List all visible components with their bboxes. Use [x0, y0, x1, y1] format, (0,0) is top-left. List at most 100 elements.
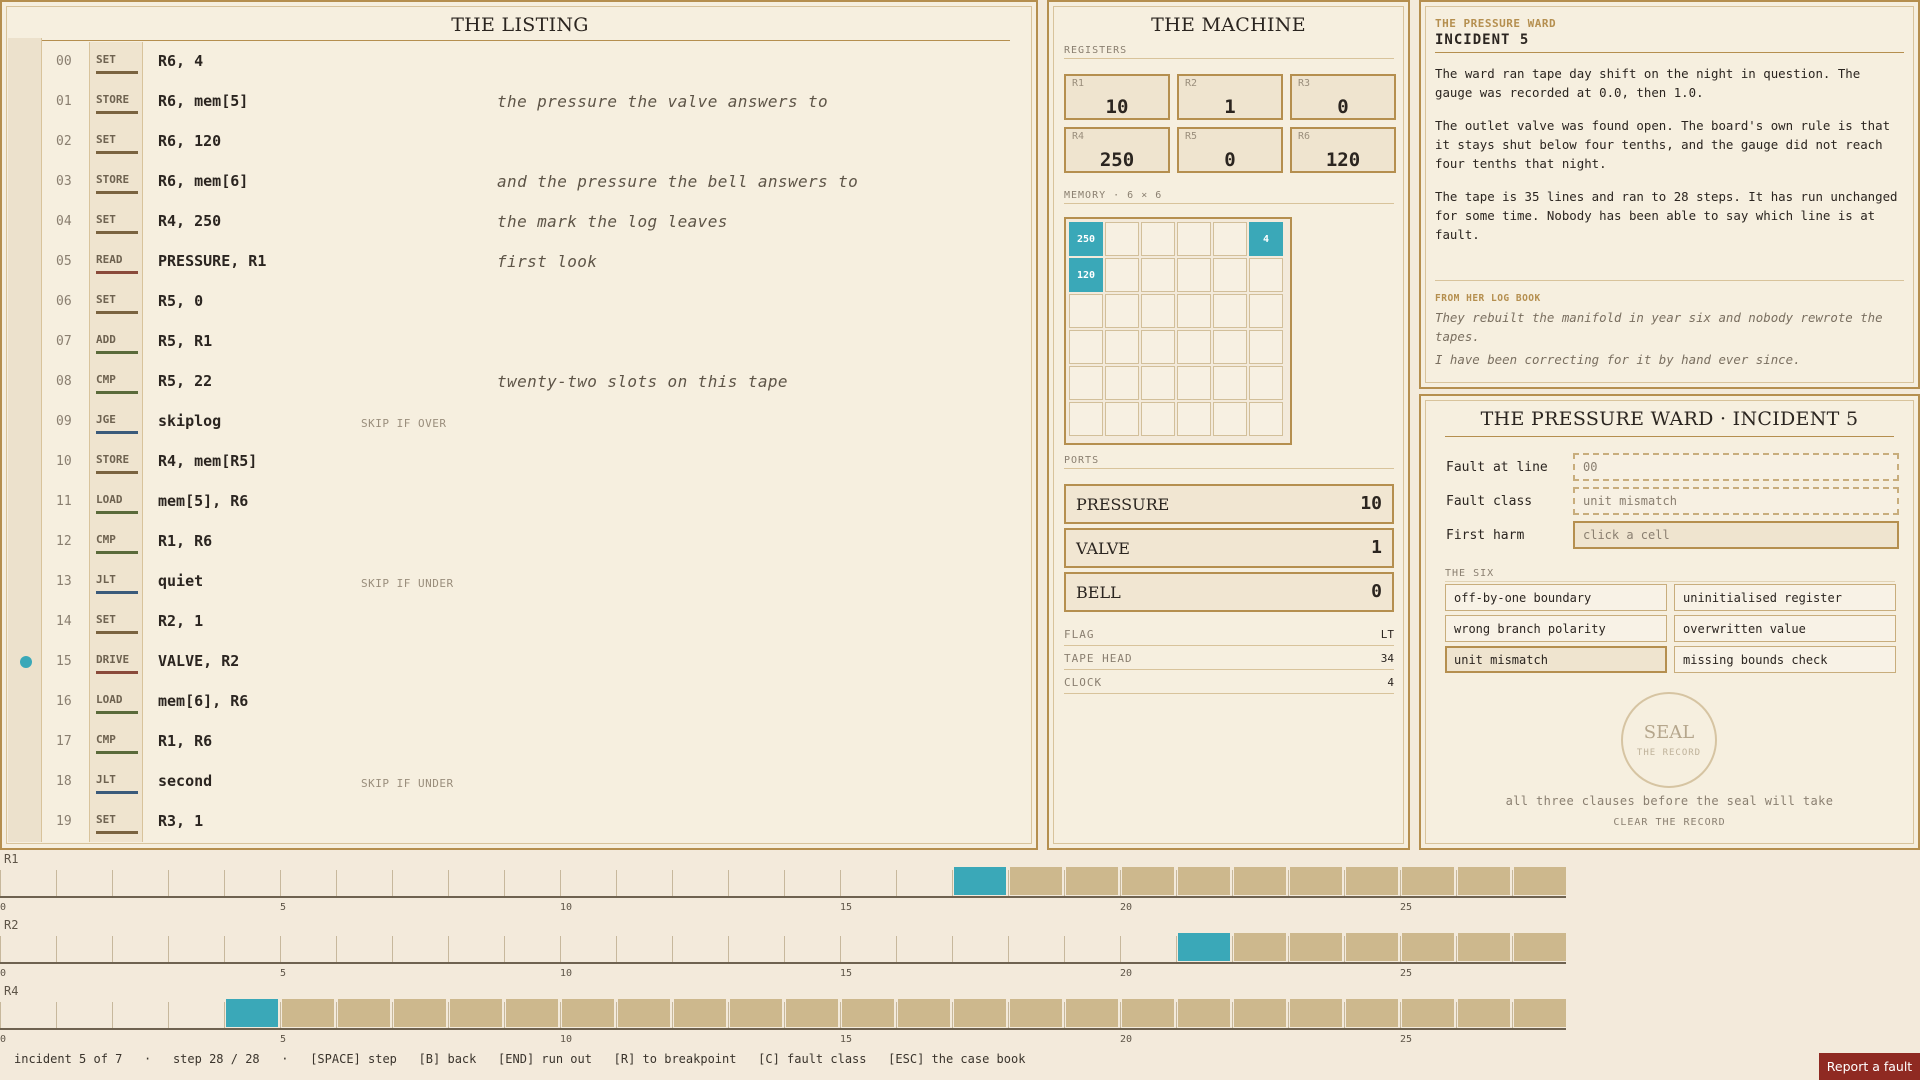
trace-step[interactable]: [1458, 867, 1510, 895]
trace-step[interactable]: [1458, 933, 1510, 961]
fault-class-option[interactable]: wrong branch polarity: [1445, 615, 1667, 642]
trace-step[interactable]: [562, 999, 614, 1027]
trace-step[interactable]: [1290, 867, 1342, 895]
memory-cell[interactable]: 4: [1249, 222, 1283, 256]
listing-row[interactable]: 16 LOAD mem[6], R6: [42, 682, 1028, 722]
memory-cell[interactable]: [1213, 402, 1247, 436]
trace-step[interactable]: [1234, 999, 1286, 1027]
memory-cell[interactable]: [1213, 330, 1247, 364]
seal-button[interactable]: SEAL THE RECORD: [1621, 692, 1717, 788]
trace-step[interactable]: [1178, 867, 1230, 895]
clear-record-button[interactable]: CLEAR THE RECORD: [1421, 817, 1918, 828]
memory-cell[interactable]: [1141, 366, 1175, 400]
trace-step[interactable]: [1178, 933, 1230, 961]
listing-row[interactable]: 13 JLT quiet SKIP IF UNDER: [42, 562, 1028, 602]
trace-step[interactable]: [1402, 999, 1454, 1027]
memory-cell[interactable]: [1249, 366, 1283, 400]
trace-step[interactable]: [954, 867, 1006, 895]
trace-step[interactable]: [1346, 933, 1398, 961]
memory-cell[interactable]: [1177, 366, 1211, 400]
fault-class-option[interactable]: unit mismatch: [1445, 646, 1667, 673]
trace-step[interactable]: [674, 999, 726, 1027]
trace-step[interactable]: [1122, 867, 1174, 895]
memory-cell[interactable]: [1141, 222, 1175, 256]
fault-class-option[interactable]: uninitialised register: [1674, 584, 1896, 611]
memory-cell[interactable]: [1177, 258, 1211, 292]
breakpoint-marker[interactable]: [20, 656, 32, 668]
trace-step[interactable]: [842, 999, 894, 1027]
fault-class-option[interactable]: off-by-one boundary: [1445, 584, 1667, 611]
memory-cell[interactable]: [1141, 258, 1175, 292]
listing-row[interactable]: 02 SET R6, 120: [42, 122, 1028, 162]
listing-row[interactable]: 18 JLT second SKIP IF UNDER: [42, 762, 1028, 802]
breakpoint-gutter[interactable]: [8, 38, 42, 842]
memory-cell[interactable]: 120: [1069, 258, 1103, 292]
trace-step[interactable]: [282, 999, 334, 1027]
memory-cell[interactable]: [1141, 294, 1175, 328]
listing-row[interactable]: 12 CMP R1, R6: [42, 522, 1028, 562]
trace-step[interactable]: [450, 999, 502, 1027]
listing-row[interactable]: 17 CMP R1, R6: [42, 722, 1028, 762]
memory-cell[interactable]: [1069, 402, 1103, 436]
memory-cell[interactable]: [1177, 330, 1211, 364]
listing-row[interactable]: 05 READ PRESSURE, R1 first look: [42, 242, 1028, 282]
memory-cell[interactable]: [1213, 222, 1247, 256]
listing-row[interactable]: 03 STORE R6, mem[6] and the pressure the be…: [42, 162, 1028, 202]
fault-line-input[interactable]: 00: [1573, 453, 1899, 481]
memory-cell[interactable]: [1177, 402, 1211, 436]
listing-row[interactable]: 00 SET R6, 4: [42, 42, 1028, 82]
memory-cell[interactable]: [1249, 330, 1283, 364]
memory-cell[interactable]: [1105, 330, 1139, 364]
trace-step[interactable]: [618, 999, 670, 1027]
trace-step[interactable]: [1514, 867, 1566, 895]
listing-row[interactable]: 06 SET R5, 0: [42, 282, 1028, 322]
listing-row[interactable]: 08 CMP R5, 22 twenty-two slots on this tape: [42, 362, 1028, 402]
trace-step[interactable]: [1234, 867, 1286, 895]
trace-step[interactable]: [1458, 999, 1510, 1027]
memory-cell[interactable]: [1141, 330, 1175, 364]
fault-class-input[interactable]: unit mismatch: [1573, 487, 1899, 515]
trace-step[interactable]: [394, 999, 446, 1027]
memory-cell[interactable]: [1105, 366, 1139, 400]
memory-cell[interactable]: [1141, 402, 1175, 436]
trace-step[interactable]: [1346, 999, 1398, 1027]
trace-step[interactable]: [1346, 867, 1398, 895]
memory-cell[interactable]: [1213, 258, 1247, 292]
trace-step[interactable]: [338, 999, 390, 1027]
memory-cell[interactable]: [1105, 294, 1139, 328]
memory-cell[interactable]: [1177, 222, 1211, 256]
trace-step[interactable]: [1290, 999, 1342, 1027]
listing-row[interactable]: 19 SET R3, 1: [42, 802, 1028, 842]
trace-step[interactable]: [786, 999, 838, 1027]
trace-step[interactable]: [898, 999, 950, 1027]
memory-cell[interactable]: [1177, 294, 1211, 328]
memory-cell[interactable]: [1105, 258, 1139, 292]
memory-cell[interactable]: [1249, 294, 1283, 328]
trace-step[interactable]: [1290, 933, 1342, 961]
memory-cell[interactable]: [1069, 366, 1103, 400]
listing-row[interactable]: 04 SET R4, 250 the mark the log leaves: [42, 202, 1028, 242]
trace-step[interactable]: [954, 999, 1006, 1027]
trace-step[interactable]: [1514, 933, 1566, 961]
listing-row[interactable]: 11 LOAD mem[5], R6: [42, 482, 1028, 522]
memory-cell[interactable]: [1105, 402, 1139, 436]
listing-row[interactable]: 14 SET R2, 1: [42, 602, 1028, 642]
fault-class-option[interactable]: overwritten value: [1674, 615, 1896, 642]
trace-step[interactable]: [1514, 999, 1566, 1027]
trace-step[interactable]: [1402, 867, 1454, 895]
memory-cell[interactable]: [1249, 402, 1283, 436]
listing-row[interactable]: 07 ADD R5, R1: [42, 322, 1028, 362]
trace-step[interactable]: [1234, 933, 1286, 961]
fault-class-option[interactable]: missing bounds check: [1674, 646, 1896, 673]
listing-row[interactable]: 09 JGE skiplog SKIP IF OVER: [42, 402, 1028, 442]
listing-row[interactable]: 15 DRIVE VALVE, R2: [20, 642, 1028, 682]
memory-cell[interactable]: [1069, 294, 1103, 328]
trace-step[interactable]: [1122, 999, 1174, 1027]
trace-step[interactable]: [226, 999, 278, 1027]
memory-cell[interactable]: [1069, 330, 1103, 364]
trace-step[interactable]: [506, 999, 558, 1027]
memory-cell[interactable]: [1105, 222, 1139, 256]
report-fault-button[interactable]: Report a fault: [1819, 1053, 1920, 1080]
memory-cell[interactable]: [1249, 258, 1283, 292]
trace-step[interactable]: [1010, 999, 1062, 1027]
